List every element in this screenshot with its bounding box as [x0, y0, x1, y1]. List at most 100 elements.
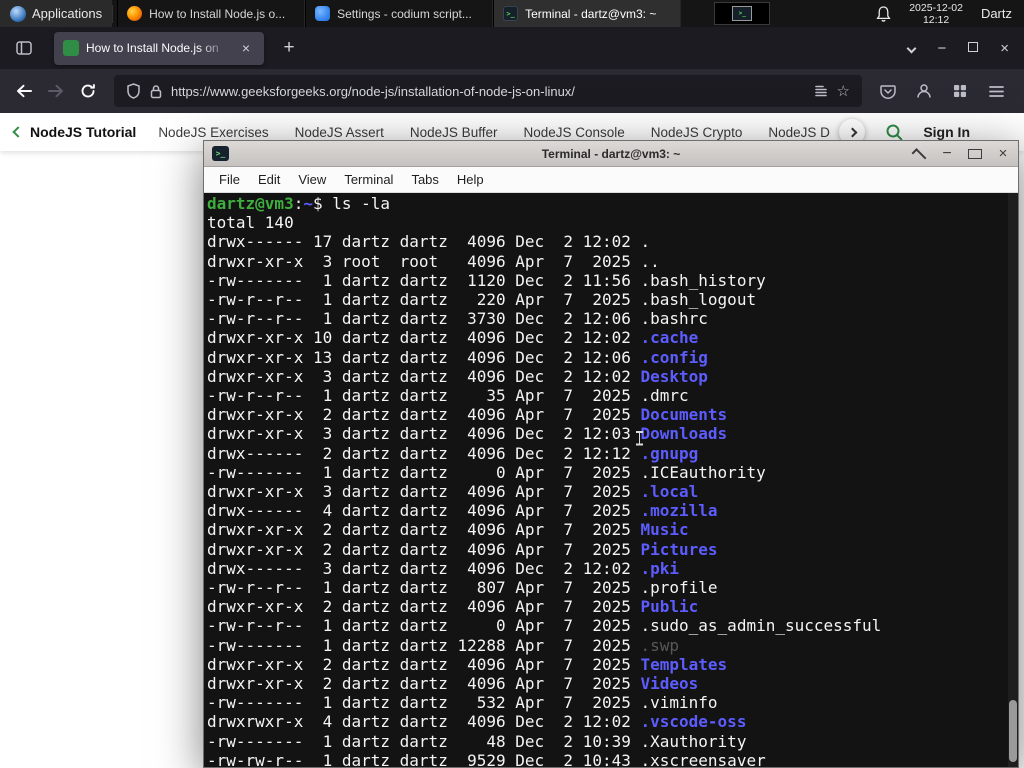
site-nav-item[interactable]: NodeJS Exercises [158, 125, 268, 140]
terminal-line: drwxr-xr-x 2 dartz dartz 4096 Apr 7 2025… [207, 520, 689, 540]
site-nav-item[interactable]: NodeJS Console [523, 125, 624, 140]
site-search-icon[interactable] [885, 123, 903, 141]
terminal-line: -rw-r--r-- 1 dartz dartz 3730 Dec 2 12:0… [207, 309, 708, 329]
applications-menu[interactable]: Applications [0, 0, 113, 27]
terminal-line: drwxr-xr-x 3 dartz dartz 4096 Dec 2 12:0… [207, 366, 708, 386]
reader-view-icon[interactable] [814, 84, 828, 98]
extensions-icon[interactable] [944, 75, 976, 107]
terminal-line: drwxr-xr-x 10 dartz dartz 4096 Dec 2 12:… [207, 328, 699, 348]
applications-icon [10, 5, 26, 22]
terminal-line: drwxr-xr-x 2 dartz dartz 4096 Apr 7 2025… [207, 654, 728, 674]
site-nav-items: NodeJS Exercises NodeJS Assert NodeJS Buff… [158, 125, 831, 140]
terminal-titlebar[interactable]: Terminal - dartz@vm3: ~ − × [204, 141, 1018, 167]
terminal-window-controls: − × [911, 145, 1010, 163]
terminal-line: -rw------- 1 dartz dartz 0 Apr 7 2025 .I… [207, 462, 766, 482]
site-nav-item[interactable]: NodeJS DNS [768, 125, 831, 140]
clock-date: 2025-12-02 [909, 1, 963, 14]
terminal-scrollbar[interactable] [1008, 193, 1018, 767]
site-nav-item[interactable]: NodeJS Buffer [410, 125, 498, 140]
list-all-tabs-icon[interactable] [907, 39, 917, 57]
terminal-line: drwx------ 4 dartz dartz 4096 Apr 7 2025… [207, 501, 718, 521]
browser-tab[interactable]: How to Install Node.js on × [54, 31, 264, 65]
taskbar-window-title: How to Install Node.js o... [149, 6, 286, 21]
mouse-text-cursor [634, 430, 644, 446]
forward-icon[interactable] [40, 75, 72, 107]
pocket-icon[interactable] [872, 75, 904, 107]
site-nav-item[interactable]: NodeJS Crypto [651, 125, 743, 140]
clock[interactable]: 2025-12-02 12:12 [901, 2, 971, 26]
terminal-line: drwxr-xr-x 2 dartz dartz 4096 Apr 7 2025… [207, 539, 718, 559]
terminal-line: -rw------- 1 dartz dartz 532 Apr 7 2025 … [207, 693, 718, 713]
terminal-line: -rw-r--r-- 1 dartz dartz 0 Apr 7 2025 .s… [207, 616, 882, 636]
browser-tab-bar: How to Install Node.js on × + − × [0, 27, 1024, 69]
taskbar-window-button[interactable]: Settings - codium script... [305, 0, 494, 27]
site-nav-active-item[interactable]: NodeJS Tutorial [30, 124, 136, 140]
taskbar-separator [112, 4, 114, 23]
terminal-listing: drwx------ 17 dartz dartz 4096 Dec 2 12:… [207, 232, 1018, 767]
browser-toolbar: https://www.geeksforgeeks.org/node-js/in… [0, 69, 1024, 113]
site-favicon [63, 40, 79, 56]
desktop: Applications How to Install Node.js o...… [0, 0, 1024, 768]
terminal-menu-item[interactable]: Edit [249, 169, 289, 190]
taskbar-window-button[interactable]: How to Install Node.js o... [117, 0, 306, 27]
new-tab-button[interactable]: + [276, 35, 302, 61]
taskbar-tray: 2025-12-02 12:12 Dartz [714, 0, 1024, 27]
terminal-line: -rw-rw-r-- 1 dartz dartz 9529 Dec 2 10:4… [207, 750, 766, 767]
taskbar-window-title: Settings - codium script... [337, 6, 472, 21]
terminal-prompt-line: dartz@vm3:~$ ls -la [207, 194, 391, 213]
terminal-output[interactable]: dartz@vm3:~$ ls -la total 140 drwx------… [204, 193, 1018, 767]
taskbar: Applications How to Install Node.js o...… [0, 0, 1024, 27]
firefox-view-icon[interactable] [10, 34, 38, 62]
terminal-menu-item[interactable]: Terminal [335, 169, 402, 190]
sign-in-button[interactable]: Sign In [923, 124, 1010, 140]
terminal-menu-item[interactable]: Tabs [402, 169, 447, 190]
clock-time: 12:12 [922, 13, 950, 26]
menu-hamburger-icon[interactable] [980, 75, 1012, 107]
terminal-line: drwxrwxr-x 4 dartz dartz 4096 Dec 2 12:0… [207, 712, 747, 732]
account-icon[interactable] [908, 75, 940, 107]
url-text[interactable]: https://www.geeksforgeeks.org/node-js/in… [171, 84, 805, 99]
tracking-shield-icon[interactable] [126, 83, 141, 99]
terminal-line: drwxr-xr-x 2 dartz dartz 4096 Apr 7 2025… [207, 597, 699, 617]
terminal-line: drwxr-xr-x 13 dartz dartz 4096 Dec 2 12:… [207, 347, 708, 367]
terminal-line: drwx------ 3 dartz dartz 4096 Dec 2 12:0… [207, 558, 680, 578]
terminal-title: Terminal - dartz@vm3: ~ [541, 146, 681, 161]
taskbar-window-button[interactable]: Terminal - dartz@vm3: ~ [493, 0, 682, 27]
terminal-line: drwxr-xr-x 3 dartz dartz 4096 Dec 2 12:0… [207, 424, 728, 444]
bookmark-star-icon[interactable]: ☆ [837, 82, 850, 100]
site-nav-item[interactable]: NodeJS Assert [295, 125, 384, 140]
lock-icon[interactable] [150, 84, 162, 99]
terminal-menubar: File Edit View Terminal Tabs Help [204, 167, 1018, 193]
workspace-switcher[interactable] [714, 2, 771, 25]
notifications-bell-icon[interactable] [866, 0, 901, 27]
window-close-icon[interactable]: × [1000, 41, 1009, 56]
terminal-close-icon[interactable]: × [996, 145, 1010, 162]
terminal-line: drwx------ 17 dartz dartz 4096 Dec 2 12:… [207, 232, 651, 252]
terminal-menu-item[interactable]: Help [448, 169, 493, 190]
terminal-window: Terminal - dartz@vm3: ~ − × FileEditView… [203, 140, 1019, 768]
terminal-scrollbar-thumb[interactable] [1009, 700, 1017, 762]
workspace-window-thumb [732, 6, 753, 21]
terminal-line: -rw-r--r-- 1 dartz dartz 220 Apr 7 2025 … [207, 290, 757, 310]
terminal-minimize-icon[interactable]: − [940, 145, 954, 163]
back-icon[interactable] [8, 75, 40, 107]
terminal-maximize-icon[interactable] [968, 148, 982, 159]
tab-close-icon[interactable]: × [237, 40, 255, 56]
taskbar-window-icon [503, 6, 519, 21]
window-minimize-icon[interactable]: − [937, 41, 946, 56]
window-maximize-icon[interactable] [968, 39, 979, 57]
terminal-menu-item[interactable]: File [210, 169, 249, 190]
taskbar-window-icon [315, 6, 331, 21]
taskbar-window-icon [127, 6, 143, 21]
terminal-menu-item[interactable]: View [289, 169, 335, 190]
terminal-line: -rw-r--r-- 1 dartz dartz 35 Apr 7 2025 .… [207, 386, 689, 406]
address-bar[interactable]: https://www.geeksforgeeks.org/node-js/in… [114, 75, 862, 107]
terminal-line: -rw------- 1 dartz dartz 12288 Apr 7 202… [207, 635, 680, 655]
reload-icon[interactable] [72, 75, 104, 107]
site-nav-scroll-left-icon[interactable] [12, 126, 24, 138]
terminal-shade-icon[interactable] [911, 147, 927, 163]
terminal-line: -rw-r--r-- 1 dartz dartz 807 Apr 7 2025 … [207, 578, 718, 598]
window-controls: − × [907, 39, 1024, 57]
terminal-line: drwxr-xr-x 3 root root 4096 Apr 7 2025 .… [207, 251, 660, 271]
terminal-line: drwxr-xr-x 3 dartz dartz 4096 Apr 7 2025… [207, 482, 699, 502]
